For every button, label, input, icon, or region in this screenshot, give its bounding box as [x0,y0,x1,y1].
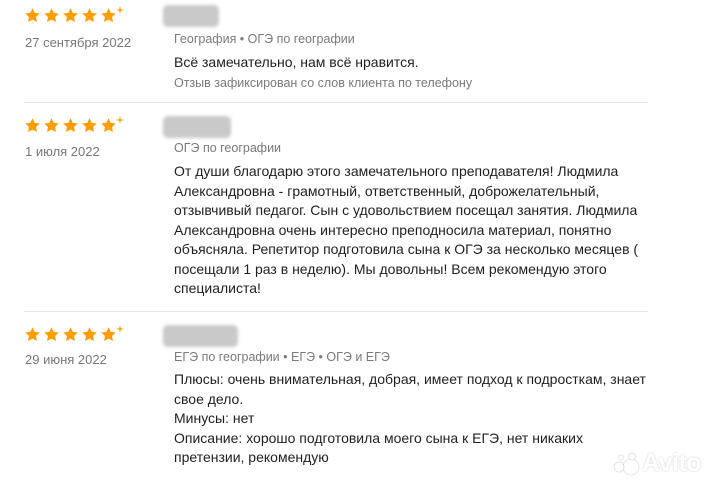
review-text-line: От души благодарю этого замечательного п… [174,163,619,179]
review-text-line: Минусы: нет [174,410,255,426]
rating-stars [24,325,124,343]
avito-watermark: Avito [612,449,702,478]
review-text: От души благодарю этого замечательного п… [174,162,694,299]
review-subjects: ЕГЭ по географии • ЕГЭ • ОГЭ и ЕГЭ [174,350,390,364]
star-icon [25,326,40,341]
star-icon [82,7,97,22]
divider [24,102,648,103]
author-name-blurred [163,325,238,347]
star-icon [63,7,78,22]
star-icon [82,326,97,341]
star-icon [44,117,59,132]
review-text-line: Александровна - грамотный, ответственный… [174,182,600,199]
review-text-line: объясняла. Репетитор подготовила сына к … [174,241,639,257]
star-icon [25,117,40,132]
avito-wordmark: Avito [642,449,702,477]
review-text-line: специалиста! [174,280,261,296]
star-icon [25,7,40,22]
star-icon [101,117,116,132]
review-date: 27 сентября 2022 [25,35,132,50]
review-text-line: отзывчивый педагог. Сын с удовольствием … [174,202,638,218]
sparkle-icon [116,6,124,14]
review-subjects: География • ОГЭ по географии [174,32,355,46]
review-text-line: Описание: хорошо подготовила моего сына … [174,429,583,446]
review-text-line: посещали 1 раз в неделю). Мы довольны! В… [174,260,607,277]
review-text-line: свое дело. [174,390,244,407]
review-text-line: Всё замечательно, нам всё нравится. [174,54,419,70]
star-icon [44,326,59,341]
author-name-blurred [163,5,219,27]
star-icon [101,326,116,341]
rating-stars [24,116,124,134]
star-icon [101,7,116,22]
author-name-blurred [163,116,231,138]
review-text-line: Плюсы: очень внимательная, добрая, имеет… [174,371,646,387]
review-text: Всё замечательно, нам всё нравится. [174,53,694,73]
sparkle-icon [116,116,124,124]
star-icon [63,326,78,341]
star-icon [82,117,97,132]
sparkle-icon [116,325,124,333]
review-date: 29 июня 2022 [25,352,107,367]
avito-logo-icon [613,452,640,475]
review-text-line: Александровна очень интересно преподноси… [174,221,612,238]
star-icon [44,7,59,22]
review-note: Отзыв зафиксирован со слов клиента по те… [174,76,473,90]
review-subjects: ОГЭ по географии [174,141,282,155]
rating-stars [24,6,124,24]
star-icon [63,117,78,132]
divider [24,311,648,312]
review-date: 1 июля 2022 [25,144,100,159]
